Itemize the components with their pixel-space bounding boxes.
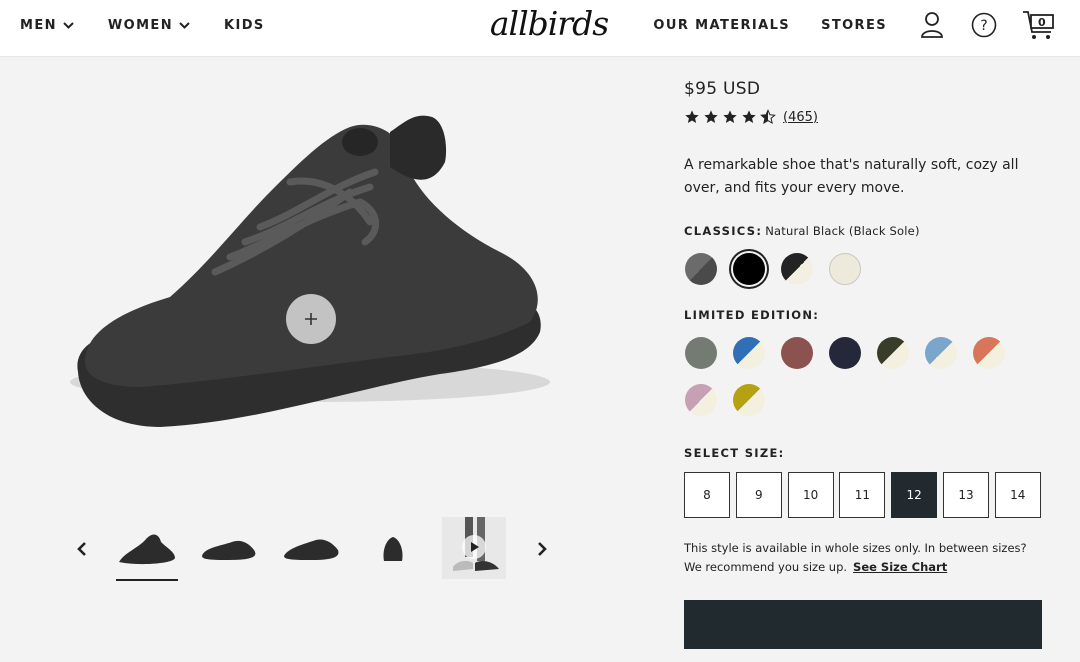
- color-swatch-blue-white[interactable]: [733, 337, 765, 369]
- size-option-13[interactable]: 13: [943, 472, 989, 518]
- nav-kids[interactable]: KIDS: [224, 18, 265, 33]
- color-swatch-lilac-white[interactable]: [685, 384, 717, 416]
- color-swatch-black-white-sole[interactable]: [781, 253, 813, 285]
- nav-men-label: MEN: [20, 17, 57, 33]
- size-option-9[interactable]: 9: [735, 472, 782, 518]
- star-half-icon: [760, 109, 776, 125]
- zoom-button[interactable]: [286, 294, 336, 344]
- cart-icon[interactable]: 0: [1022, 11, 1056, 39]
- cart-count: 0: [1038, 16, 1046, 29]
- color-swatch-navy[interactable]: [829, 337, 861, 369]
- thumbnail-video-on-foot[interactable]: [442, 517, 506, 579]
- primary-nav: MEN WOMEN KIDS: [20, 0, 265, 50]
- product-gallery: [0, 57, 640, 662]
- product-image: [70, 115, 550, 427]
- thumbnail-shoe-side[interactable]: [198, 517, 260, 579]
- size-chart-link[interactable]: See Size Chart: [853, 560, 947, 574]
- nav-kids-label: KIDS: [224, 17, 265, 33]
- carousel-next-button[interactable]: [530, 537, 554, 561]
- size-option-12[interactable]: 12: [891, 472, 938, 518]
- color-swatch-sage[interactable]: [685, 337, 717, 369]
- nav-our-materials[interactable]: OUR MATERIALS: [653, 18, 790, 33]
- color-swatch-natural-white[interactable]: [829, 253, 861, 285]
- limited-edition-label: LIMITED EDITION:: [684, 308, 820, 322]
- color-swatch-rose-brown[interactable]: [781, 337, 813, 369]
- nav-women[interactable]: WOMEN: [108, 18, 190, 33]
- color-swatch-sky-white[interactable]: [925, 337, 957, 369]
- star-icon: [704, 110, 718, 123]
- star-icon: [685, 110, 699, 123]
- size-option-14[interactable]: 14: [994, 472, 1041, 518]
- help-icon[interactable]: ?: [970, 11, 998, 39]
- size-option-11[interactable]: 11: [839, 472, 886, 518]
- chevron-down-icon: [179, 21, 190, 29]
- thumbnail-image: [119, 534, 175, 565]
- size-option-8[interactable]: 8: [684, 472, 730, 518]
- color-swatch-natural-black[interactable]: [733, 253, 765, 285]
- thumbnail-shoe-side-pair[interactable]: [280, 517, 342, 579]
- classics-label: CLASSICS: Natural Black (Black Sole): [684, 224, 920, 238]
- product-description: A remarkable shoe that's naturally soft,…: [684, 157, 1019, 196]
- chevron-down-icon: [63, 21, 74, 29]
- account-icon[interactable]: [918, 11, 946, 39]
- nav-men[interactable]: MEN: [20, 18, 74, 33]
- nav-women-label: WOMEN: [107, 17, 173, 33]
- classics-heading: CLASSICS:: [684, 224, 763, 238]
- thumbnail-image: [202, 540, 256, 560]
- color-swatch-grey-dark[interactable]: [685, 253, 717, 285]
- thumbnail-image: [453, 517, 499, 571]
- selected-color-name: Natural Black (Black Sole): [765, 224, 920, 238]
- site-header: MEN WOMEN KIDS allbirds OUR MATERIALS ST…: [0, 0, 1080, 57]
- plus-icon: [305, 313, 317, 325]
- size-option-10[interactable]: 10: [787, 472, 834, 518]
- nav-stores[interactable]: STORES: [821, 18, 887, 33]
- thumbnail-shoe-angle[interactable]: [116, 517, 178, 581]
- secondary-nav: OUR MATERIALS STORES ? 0: [653, 0, 1056, 50]
- brand-logo[interactable]: allbirds: [486, 4, 612, 48]
- color-swatch-coral-white[interactable]: [973, 337, 1005, 369]
- size-note: This style is available in whole sizes o…: [684, 539, 1044, 576]
- carousel-prev-button[interactable]: [70, 537, 94, 561]
- thumbnail-shoe-back[interactable]: [362, 517, 424, 579]
- color-swatch-mustard-white[interactable]: [733, 384, 765, 416]
- color-swatch-olive-white[interactable]: [877, 337, 909, 369]
- product-price: $95 USD: [684, 79, 761, 99]
- reviews-link[interactable]: (465): [783, 110, 818, 125]
- thumbnail-image: [383, 537, 403, 561]
- chevron-left-icon: [77, 542, 86, 556]
- thumbnail-carousel: [70, 517, 570, 587]
- select-size-label: SELECT SIZE:: [684, 446, 785, 460]
- star-icon: [723, 110, 737, 123]
- chevron-right-icon: [538, 542, 547, 556]
- star-icon: [742, 110, 756, 123]
- thumbnail-image: [284, 539, 339, 560]
- product-rating: (465): [684, 109, 818, 125]
- add-to-cart-button[interactable]: [684, 600, 1042, 649]
- svg-text:?: ?: [980, 18, 987, 34]
